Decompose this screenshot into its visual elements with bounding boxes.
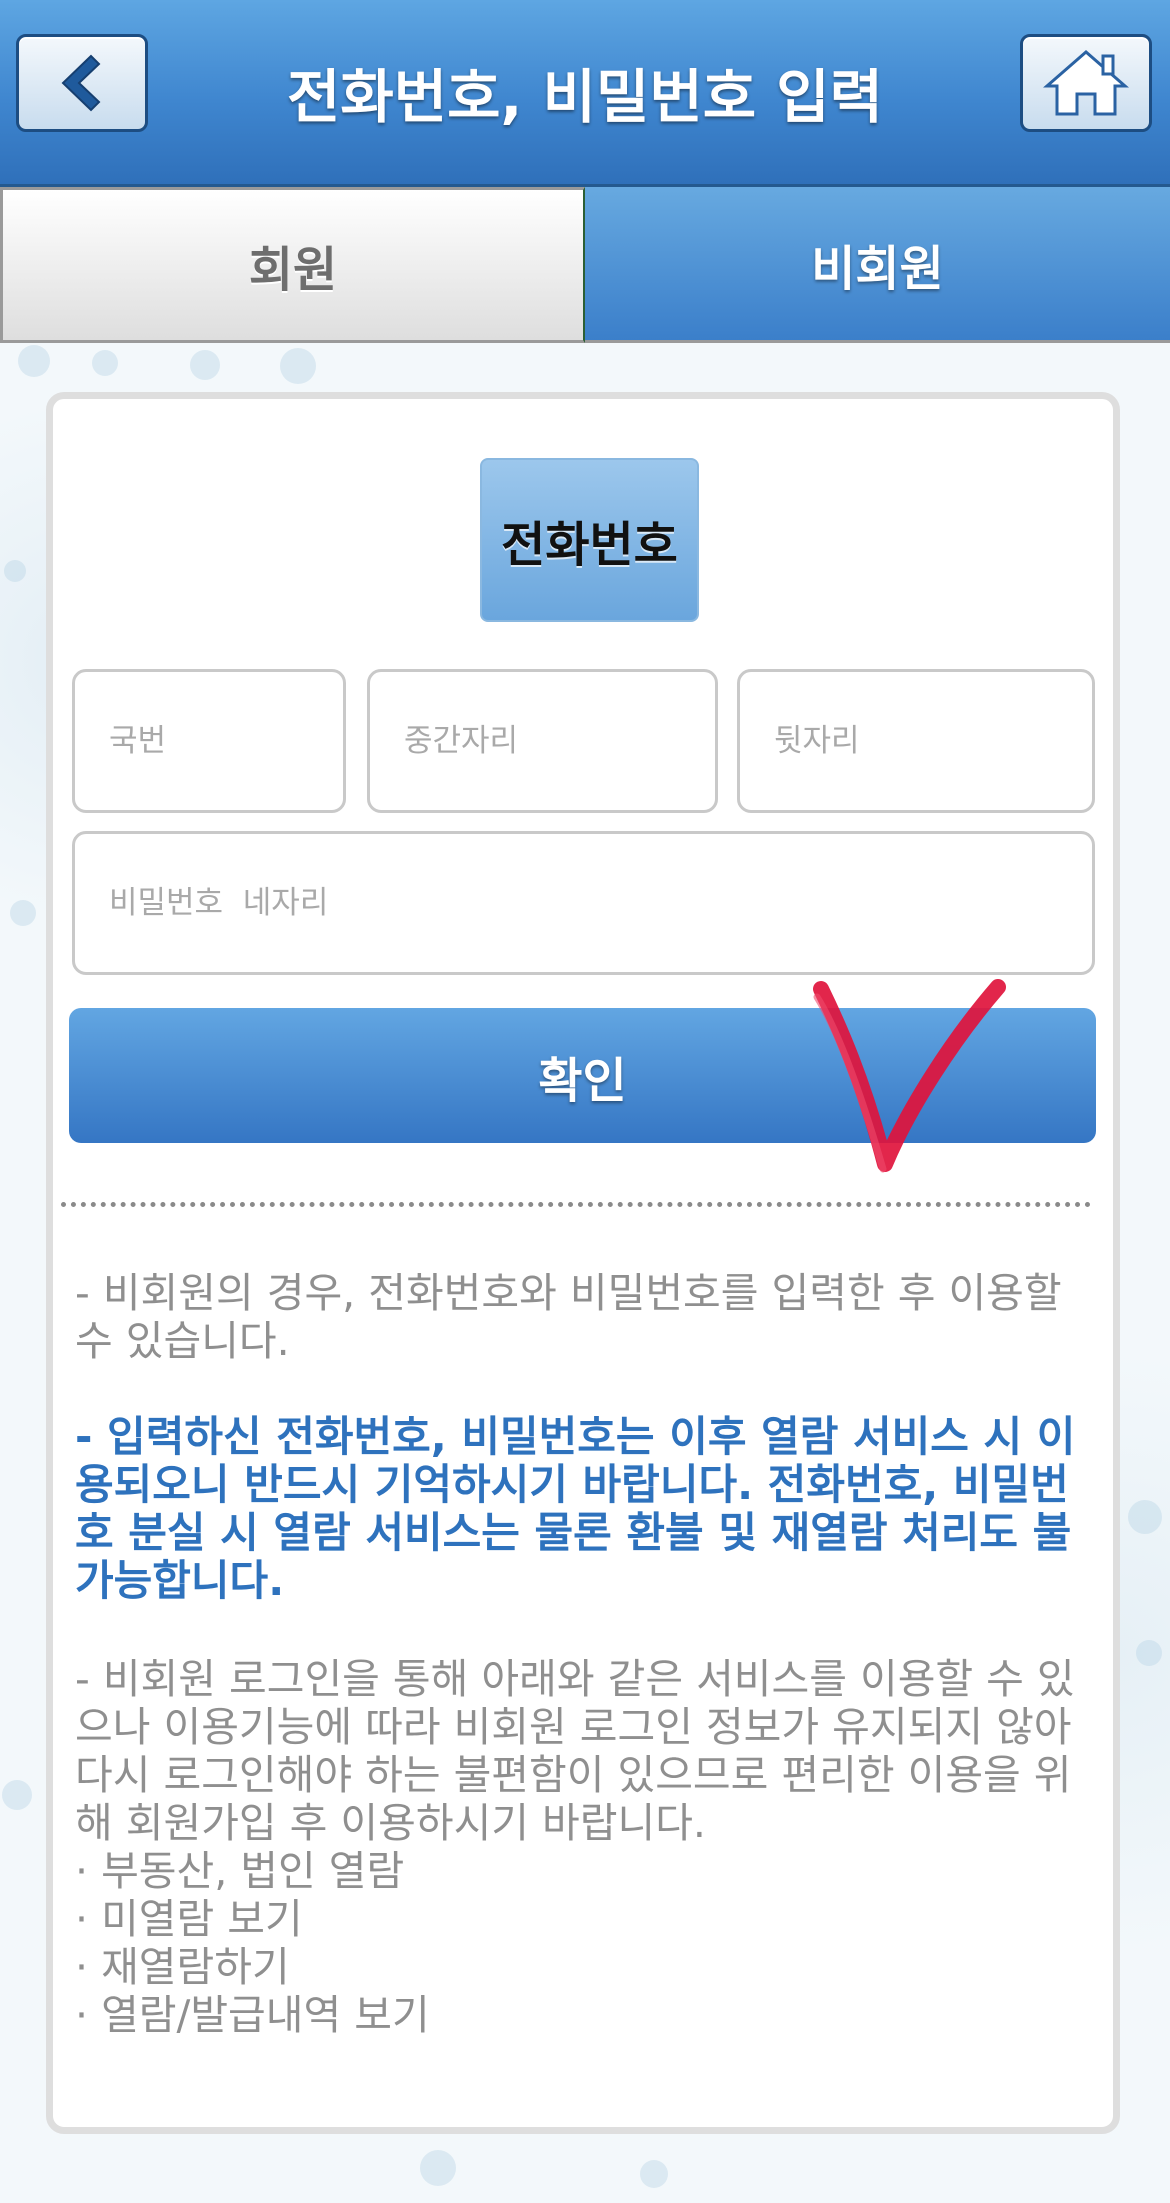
notice-non-member-usage: - 비회원의 경우, 전화번호와 비밀번호를 입력한 후 이용할 수 있습니다.: [75, 1269, 1062, 1365]
background-bubble: [640, 2160, 668, 2188]
background-bubble: [420, 2150, 456, 2186]
member-type-tabs: 회원 비회원: [0, 187, 1170, 343]
app-header: 전화번호, 비밀번호 입력: [0, 0, 1170, 187]
page-title: 전화번호, 비밀번호 입력: [286, 63, 884, 131]
login-card: 전화번호 확인 - 비회원의 경우, 전화번호와 비밀번호를 입력한 후 이용할…: [46, 392, 1120, 2134]
background-bubble: [280, 348, 316, 384]
notice-login-limitations: - 비회원 로그인을 통해 아래와 같은 서비스를 이용할 수 있으나 이용기능…: [75, 1655, 1075, 1847]
middle-number-input[interactable]: [367, 669, 718, 813]
list-item: · 미열람 보기: [75, 1895, 303, 1943]
background-bubble: [92, 350, 118, 376]
notice-remember-credentials: - 입력하신 전화번호, 비밀번호는 이후 열람 서비스 시 이용되오니 반드시…: [75, 1412, 1076, 1605]
background-bubble: [4, 560, 26, 582]
background-bubble: [1128, 1500, 1162, 1534]
tab-member[interactable]: 회원: [0, 187, 585, 343]
background-bubble: [2, 1780, 32, 1810]
password-input[interactable]: [72, 831, 1095, 975]
last-number-input[interactable]: [737, 669, 1095, 813]
home-icon: [1043, 50, 1129, 116]
tab-non-member[interactable]: 비회원: [585, 187, 1170, 343]
list-item: · 재열람하기: [75, 1943, 290, 1991]
list-item: · 열람/발급내역 보기: [75, 1991, 430, 2039]
area-code-input[interactable]: [72, 669, 346, 813]
confirm-button[interactable]: 확인: [69, 1008, 1096, 1143]
list-item: · 부동산, 법인 열람: [75, 1847, 405, 1895]
background-bubble: [190, 350, 220, 380]
home-button[interactable]: [1020, 34, 1152, 132]
background-bubble: [1136, 1640, 1162, 1666]
phone-number-label: 전화번호: [480, 458, 699, 622]
available-services-list: · 부동산, 법인 열람 · 미열람 보기 · 재열람하기 · 열람/발급내역 …: [75, 1847, 1085, 2039]
dotted-divider: [61, 1202, 1091, 1207]
background-bubble: [10, 900, 36, 926]
background-bubble: [18, 345, 50, 377]
